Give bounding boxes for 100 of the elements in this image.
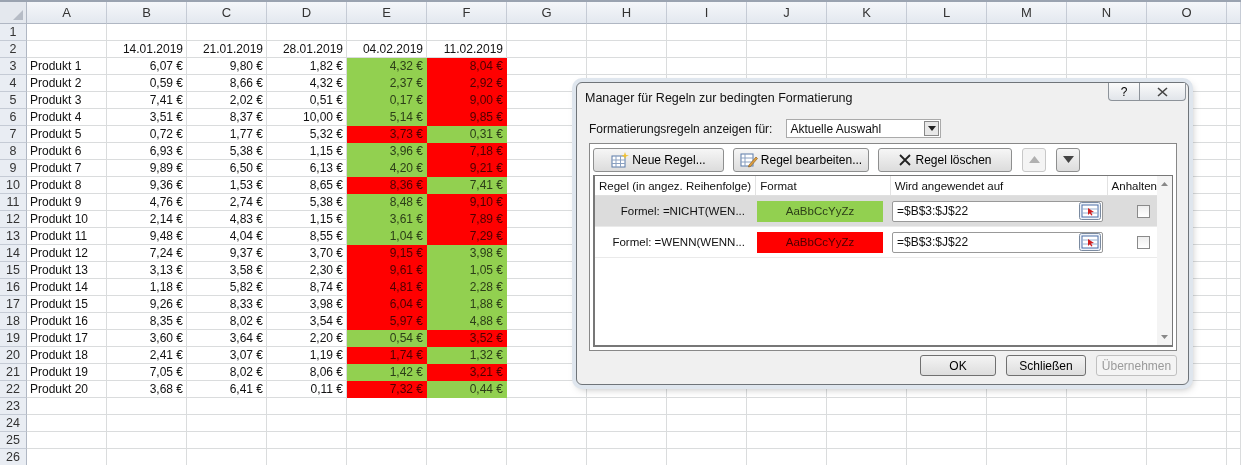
row-header[interactable]: 17 [0,296,27,313]
table-cell: 3,68 € [107,381,187,398]
scrollbar[interactable] [1157,176,1172,345]
column-header[interactable]: H [587,2,667,24]
table-cell: 6,41 € [187,381,267,398]
row-header[interactable]: 21 [0,364,27,381]
row-header[interactable]: 15 [0,262,27,279]
range-picker-icon[interactable] [1079,233,1101,251]
table-cell: 8,02 € [187,364,267,381]
row-header[interactable]: 10 [0,177,27,194]
table-cell: 7,41 € [107,92,187,109]
stop-checkbox[interactable] [1137,235,1150,249]
table-cell: Produkt 7 [27,160,107,177]
table-cell: 6,50 € [187,160,267,177]
column-header[interactable]: G [507,2,587,24]
row-header[interactable]: 24 [0,415,27,432]
range-picker-icon[interactable] [1079,202,1101,220]
table-cell: Produkt 16 [27,313,107,330]
column-header[interactable]: K [827,2,907,24]
column-header: Anhalten [1110,178,1157,194]
table-pencil-icon [739,151,758,168]
row-header[interactable]: 23 [0,398,27,415]
row-header[interactable]: 6 [0,109,27,126]
row-header[interactable]: 3 [0,58,27,75]
rule-formula: Formel: =NICHT(WEN... [619,205,746,217]
table-cell: 3,58 € [187,262,267,279]
row-header[interactable]: 16 [0,279,27,296]
table-cell: 8,04 € [427,58,507,75]
rule-formula: Formel: =WENN(WENN... [611,236,746,248]
help-button[interactable]: ? [1108,83,1140,101]
column-header[interactable]: I [667,2,747,24]
table-cell: Produkt 4 [27,109,107,126]
table-cell: Produkt 20 [27,381,107,398]
column-header[interactable]: L [907,2,987,24]
edit-rule-button[interactable]: Regel bearbeiten... [733,147,869,172]
column-header[interactable]: C [187,2,267,24]
range-field[interactable]: =$B$3:$J$22 [892,200,1103,222]
row-header[interactable]: 14 [0,245,27,262]
column-header[interactable] [1227,2,1241,24]
row-header[interactable]: 26 [0,449,27,465]
column-header[interactable]: O [1147,2,1227,24]
close-icon [1157,86,1168,97]
rule-row[interactable]: Formel: =NICHT(WEN... AaBbCcYyZz =$B$3:$J$22 [595,196,1157,227]
column-header[interactable]: J [747,2,827,24]
column-header[interactable]: F [427,2,507,24]
row-header[interactable]: 25 [0,432,27,449]
row-header[interactable]: 13 [0,228,27,245]
table-cell: 3,51 € [107,109,187,126]
column-header[interactable]: A [27,2,107,24]
table-cell: 0,17 € [347,92,427,109]
column-header: Regel (in angez. Reihenfolge) [595,176,757,195]
table-cell: 2,28 € [427,279,507,296]
close-button[interactable] [1140,83,1186,101]
row-header[interactable]: 8 [0,143,27,160]
table-cell: 2,37 € [347,75,427,92]
row-header[interactable]: 22 [0,381,27,398]
new-rule-button[interactable]: Neue Regel... [593,147,724,172]
dialog-button[interactable]: OK [920,355,996,376]
column-header: Format [756,176,891,195]
row-header[interactable]: 5 [0,92,27,109]
table-cell: 5,38 € [187,143,267,160]
table-cell: 3,52 € [427,330,507,347]
table-cell: Produkt 3 [27,92,107,109]
row-header[interactable]: 7 [0,126,27,143]
table-cell: 0,31 € [427,126,507,143]
row-header[interactable]: 1 [0,24,27,41]
column-header[interactable]: D [267,2,347,24]
rule-row[interactable]: Formel: =WENN(WENN... AaBbCcYyZz =$B$3:$J$22 [595,227,1157,258]
row-header[interactable]: 11 [0,194,27,211]
stop-checkbox[interactable] [1137,204,1150,218]
row-header[interactable]: 12 [0,211,27,228]
column-header[interactable]: N [1067,2,1147,24]
table-cell: 1,05 € [427,262,507,279]
range-field[interactable]: =$B$3:$J$22 [892,231,1103,253]
row-header[interactable]: 4 [0,75,27,92]
table-cell: 1,32 € [427,347,507,364]
table-cell: 2,74 € [187,194,267,211]
new-table-icon [611,151,630,168]
scroll-up-icon [1161,182,1168,186]
column-header[interactable]: B [107,2,187,24]
row-header[interactable]: 2 [0,41,27,58]
column-header[interactable]: E [347,2,427,24]
table-cell: 7,18 € [427,143,507,160]
table-cell: 8,02 € [187,313,267,330]
table-cell: 0,59 € [107,75,187,92]
table-cell: 3,98 € [427,245,507,262]
row-header[interactable]: 20 [0,347,27,364]
delete-rule-button[interactable]: Regel löschen [878,147,1012,172]
dialog-button[interactable]: Schließen [1006,355,1086,376]
table-cell: Produkt 1 [27,58,107,75]
table-cell: 2,92 € [427,75,507,92]
scope-dropdown[interactable]: Aktuelle Auswahl [786,119,942,138]
table-cell: 4,32 € [347,58,427,75]
row-header[interactable]: 9 [0,160,27,177]
table-cell: 4,81 € [347,279,427,296]
row-header[interactable]: 19 [0,330,27,347]
table-cell: 0,72 € [107,126,187,143]
column-header[interactable]: M [987,2,1067,24]
row-header[interactable]: 18 [0,313,27,330]
move-down-button[interactable] [1056,147,1080,172]
